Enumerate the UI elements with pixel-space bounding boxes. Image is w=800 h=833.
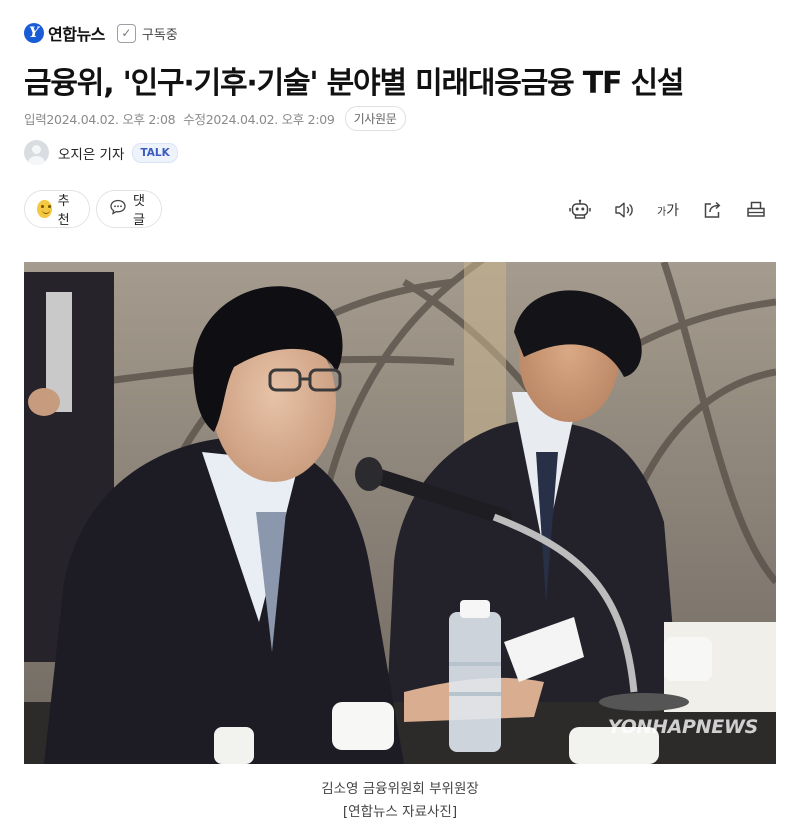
modified-time: 2024.04.02. 오후 2:09 <box>205 112 335 127</box>
article-headline: 금융위, '인구·기후·기술' 분야별 미래대응금융 TF 신설 <box>24 66 685 101</box>
comment-label: 댓글 <box>133 194 145 228</box>
article-photo[interactable]: YONHAPNEWS <box>24 262 776 764</box>
font-small-label: 가 <box>656 206 667 218</box>
photo-illustration <box>24 262 776 764</box>
speech-bubble-icon <box>109 198 127 220</box>
article-meta: 입력 2024.04.02. 오후 2:08 수정 2024.04.02. 오후… <box>24 106 406 131</box>
subscribe-label: 구독중 <box>141 27 178 43</box>
comment-button[interactable]: 댓글 <box>96 190 162 228</box>
talk-badge[interactable]: TALK <box>132 142 178 163</box>
print-icon[interactable] <box>734 196 778 224</box>
article-toolbar: 가가 <box>558 196 778 224</box>
reporter-name[interactable]: 오지은 기자 <box>58 143 124 163</box>
press-name: 연합뉴스 <box>48 25 105 44</box>
caption-line-1: 김소영 금융위원회 부위원장 <box>321 781 479 797</box>
input-time: 2024.04.02. 오후 2:08 <box>46 112 176 127</box>
caption-line-2: [연합뉴스 자료사진] <box>342 804 458 820</box>
robot-summary-icon[interactable] <box>558 196 602 224</box>
subscribe-button[interactable]: ✓ 구독중 <box>116 23 178 43</box>
modified-label: 수정 <box>183 112 206 127</box>
share-icon[interactable] <box>690 196 734 224</box>
original-article-button[interactable]: 기사원문 <box>344 106 406 131</box>
font-large-label: 가 <box>666 203 680 219</box>
top-bar: Y 연합뉴스 ✓ 구독중 <box>24 18 178 48</box>
photo-caption: 김소영 금융위원회 부위원장 [연합뉴스 자료사진] <box>0 778 800 824</box>
recommend-button[interactable]: 추천 <box>24 190 90 228</box>
smile-icon <box>37 200 52 218</box>
input-label: 입력 <box>24 112 47 127</box>
font-size-icon[interactable]: 가가 <box>646 196 690 224</box>
speaker-icon[interactable] <box>602 196 646 224</box>
reporter-avatar[interactable] <box>24 140 49 165</box>
check-icon: ✓ <box>116 23 136 43</box>
reporter-info: 오지은 기자 TALK <box>24 140 178 165</box>
yonhap-logo-icon: Y <box>24 23 44 43</box>
press-brand[interactable]: Y 연합뉴스 <box>24 21 105 45</box>
photo-watermark: YONHAPNEWS <box>607 716 759 738</box>
recommend-label: 추천 <box>57 194 70 228</box>
